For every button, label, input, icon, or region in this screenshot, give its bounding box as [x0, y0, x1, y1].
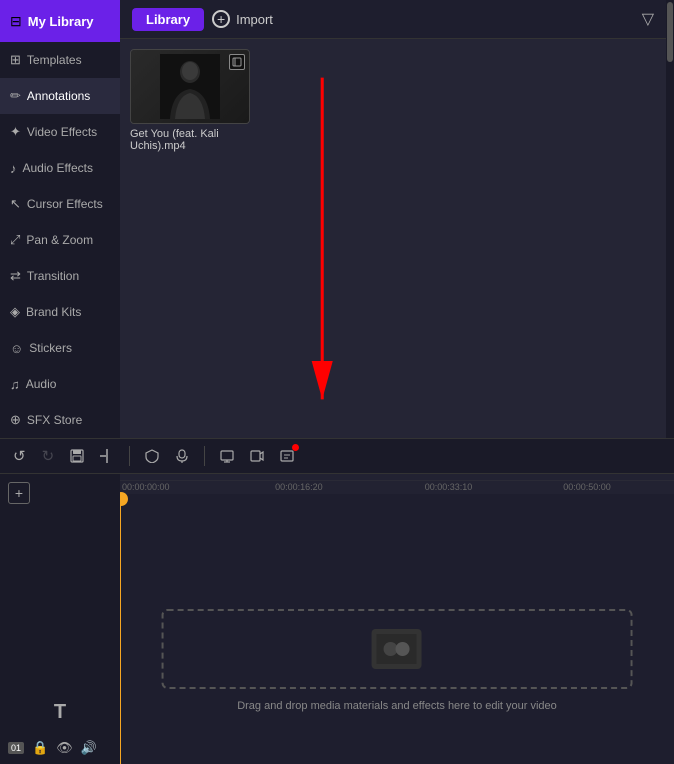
media-corner-icon — [229, 54, 245, 70]
save-button[interactable] — [67, 446, 87, 466]
sidebar-item-video-effects[interactable]: ✦ Video Effects — [0, 114, 120, 150]
my-library-label: My Library — [28, 14, 94, 29]
templates-icon: ⊞ — [10, 52, 21, 68]
timeline-playhead-line — [120, 494, 121, 764]
drop-zone-text: Drag and drop media materials and effect… — [237, 700, 557, 712]
sidebar-item-my-library[interactable]: ⊟ My Library — [0, 0, 120, 42]
drop-zone[interactable]: Drag and drop media materials and effect… — [162, 609, 633, 689]
sidebar-item-templates[interactable]: ⊞ Templates — [0, 42, 120, 78]
split-button[interactable] — [97, 446, 117, 466]
timeline-ruler: 00:00:00:00 00:00:16:20 00:00:33:10 00:0… — [120, 474, 674, 494]
timeline-track-area: Drag and drop media materials and effect… — [120, 494, 674, 764]
toolbar-separator-1 — [129, 446, 130, 466]
sidebar-item-brand-kits[interactable]: ◈ Brand Kits — [0, 294, 120, 330]
sidebar-item-transition[interactable]: ⇄ Transition — [0, 258, 120, 294]
timeline-bottom-icons: 01 🔒 👁 🔊 — [0, 732, 120, 764]
annotations-label: Annotations — [27, 89, 90, 103]
track-count-badge: 01 — [8, 742, 24, 754]
my-library-icon: ⊟ — [10, 13, 22, 30]
scrollbar-thumb — [667, 2, 673, 62]
lock-icon[interactable]: 🔒 — [32, 740, 48, 756]
brand-kits-label: Brand Kits — [26, 305, 81, 319]
main-panel: Library + Import ▽ — [120, 0, 666, 438]
mic-button[interactable] — [172, 446, 192, 466]
sidebar-item-annotations[interactable]: ✏ Annotations — [0, 78, 120, 114]
annotate-button[interactable] — [277, 446, 297, 466]
sidebar: ⊟ My Library ⊞ Templates ✏ Annotations ✦… — [0, 0, 120, 438]
sidebar-item-pan-zoom[interactable]: ⤢ Pan & Zoom — [0, 222, 120, 258]
audio-effects-label: Audio Effects — [23, 161, 94, 175]
media-filename: Get You (feat. Kali Uchis).mp4 — [130, 128, 250, 152]
brand-kits-icon: ◈ — [10, 304, 20, 320]
media-preview-svg — [160, 54, 220, 119]
stickers-label: Stickers — [29, 341, 72, 355]
media-item[interactable]: Get You (feat. Kali Uchis).mp4 — [130, 49, 250, 152]
screen-record-button[interactable] — [217, 446, 237, 466]
transition-icon: ⇄ — [10, 268, 21, 284]
timeline-left-panel: + T 01 🔒 👁 🔊 — [0, 474, 120, 764]
filter-button[interactable]: ▽ — [642, 9, 654, 29]
import-label: Import — [236, 12, 273, 27]
library-tab[interactable]: Library — [132, 8, 204, 31]
ruler-ticks: // Just use inline paths for ticks — [120, 480, 674, 494]
webcam-button[interactable] — [247, 446, 267, 466]
sfx-store-icon: ⊕ — [10, 412, 21, 428]
timeline-section: + T 01 🔒 👁 🔊 00:00:00:00 00:00:16:20 00:… — [0, 474, 674, 764]
visibility-icon[interactable]: 👁 — [56, 740, 73, 756]
panel-header: Library + Import ▽ — [120, 0, 666, 39]
bottom-toolbar: ↺ ↻ — [0, 438, 674, 474]
toolbar-separator-2 — [204, 446, 205, 466]
import-plus-icon: + — [212, 10, 230, 28]
sidebar-item-audio-effects[interactable]: ♪ Audio Effects — [0, 150, 120, 186]
text-track-button[interactable]: T — [0, 693, 120, 732]
stickers-icon: ☺ — [10, 341, 23, 356]
import-button[interactable]: + Import — [204, 6, 281, 32]
playhead-marker[interactable] — [120, 492, 128, 506]
pan-zoom-label: Pan & Zoom — [26, 233, 93, 247]
templates-label: Templates — [27, 53, 82, 67]
panel-content: Get You (feat. Kali Uchis).mp4 — [120, 39, 666, 438]
sidebar-item-cursor-effects[interactable]: ↖ Cursor Effects — [0, 186, 120, 222]
audio-toggle-icon[interactable]: 🔊 — [81, 740, 97, 756]
redo-button[interactable]: ↻ — [39, 444, 58, 468]
sidebar-item-audio[interactable]: ♫ Audio — [0, 366, 120, 402]
video-effects-icon: ✦ — [10, 124, 21, 140]
cursor-effects-icon: ↖ — [10, 196, 21, 212]
undo-button[interactable]: ↺ — [10, 444, 29, 468]
sidebar-item-sfx-store[interactable]: ⊕ SFX Store — [0, 402, 120, 438]
cursor-effects-label: Cursor Effects — [27, 197, 103, 211]
media-thumbnail — [130, 49, 250, 124]
sfx-store-label: SFX Store — [27, 413, 82, 427]
annotate-dot — [292, 444, 299, 451]
video-effects-label: Video Effects — [27, 125, 97, 139]
transition-label: Transition — [27, 269, 79, 283]
pan-zoom-icon: ⤢ — [10, 232, 20, 248]
audio-label: Audio — [26, 377, 57, 391]
annotations-icon: ✏ — [10, 88, 21, 104]
audio-effects-icon: ♪ — [10, 161, 17, 176]
sidebar-item-stickers[interactable]: ☺ Stickers — [0, 330, 120, 366]
add-track-button[interactable]: + — [8, 482, 30, 504]
drop-zone-preview — [372, 629, 422, 669]
audio-icon: ♫ — [10, 377, 20, 392]
panel-scrollbar[interactable] — [666, 0, 674, 438]
timeline-main: 00:00:00:00 00:00:16:20 00:00:33:10 00:0… — [120, 474, 674, 764]
shield-button[interactable] — [142, 446, 162, 466]
